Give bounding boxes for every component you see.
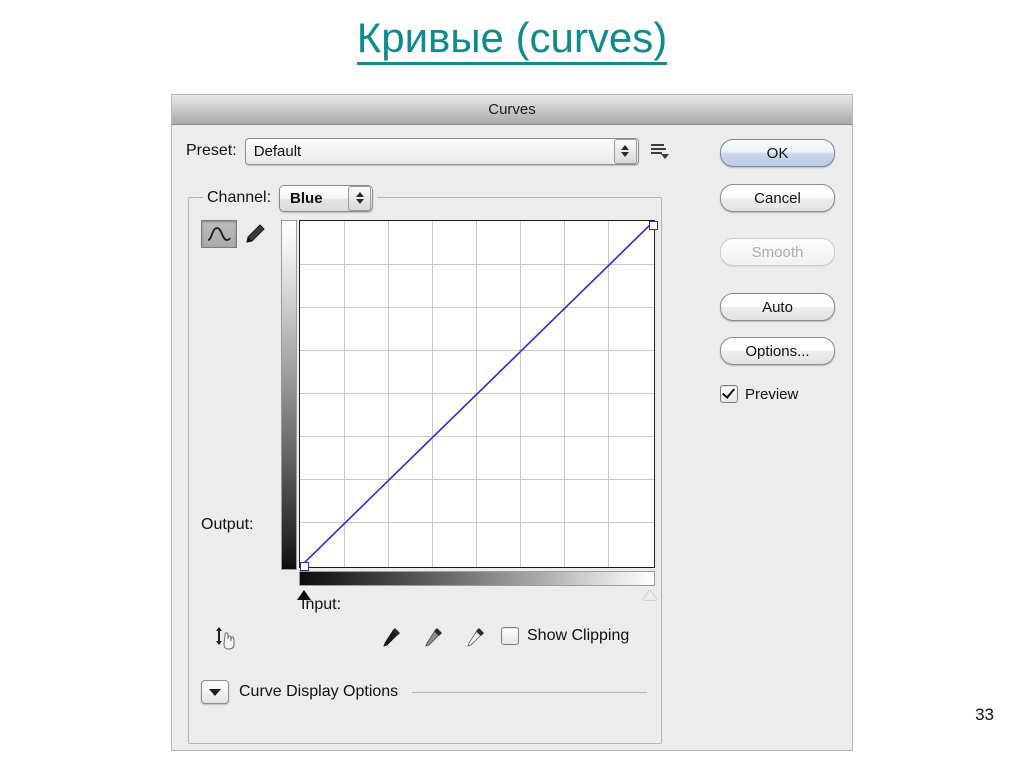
channel-stepper-arrows-icon[interactable] bbox=[348, 185, 372, 211]
section-divider bbox=[412, 691, 647, 693]
scrubby-slider-hand-icon[interactable] bbox=[213, 623, 243, 651]
preset-label: Preset: bbox=[186, 142, 237, 159]
curve-display-options-row[interactable]: Curve Display Options bbox=[201, 680, 649, 704]
input-grayscale-ramp bbox=[299, 571, 655, 586]
preset-value: Default bbox=[253, 142, 302, 160]
white-point-triangle[interactable] bbox=[643, 590, 657, 600]
cancel-button[interactable]: Cancel bbox=[720, 184, 835, 212]
channel-select[interactable]: Blue bbox=[279, 184, 374, 212]
curve-line bbox=[302, 223, 652, 565]
options-button[interactable]: Options... bbox=[720, 337, 835, 365]
preview-checkbox-row[interactable]: Preview bbox=[720, 385, 798, 403]
smooth-button: Smooth bbox=[720, 238, 835, 266]
white-point-eyedropper-icon[interactable] bbox=[465, 625, 487, 647]
gray-point-eyedropper-icon[interactable] bbox=[423, 625, 445, 647]
preview-checkbox[interactable] bbox=[720, 385, 738, 403]
preset-menu-icon[interactable] bbox=[650, 143, 669, 159]
page-title: Кривые (curves) bbox=[0, 14, 1024, 66]
bottom-tools-row: Show Clipping bbox=[201, 623, 649, 653]
chevron-down-icon[interactable] bbox=[201, 680, 229, 704]
curve-edit-icon[interactable] bbox=[201, 220, 237, 248]
stepper-arrows-icon[interactable] bbox=[613, 138, 637, 164]
show-clipping-checkbox-row[interactable]: Show Clipping bbox=[501, 627, 629, 645]
output-grayscale-ramp bbox=[281, 220, 297, 570]
channel-row: Channel: Blue bbox=[203, 184, 378, 212]
show-clipping-checkbox[interactable] bbox=[501, 627, 519, 645]
slide-page-number: 33 bbox=[975, 705, 994, 724]
pencil-icon[interactable] bbox=[241, 221, 269, 247]
curves-dialog: Curves Preset: Default OK Cancel Smooth … bbox=[172, 95, 852, 750]
channel-label: Channel: bbox=[207, 189, 272, 206]
channel-groupbox: Channel: Blue Output: Input: Show Clippi… bbox=[188, 184, 662, 744]
show-clipping-label: Show Clipping bbox=[527, 627, 630, 644]
curve-display-options-label: Curve Display Options bbox=[239, 683, 399, 700]
dialog-title: Curves bbox=[488, 101, 536, 118]
preset-select[interactable]: Default bbox=[244, 137, 639, 165]
channel-value: Blue bbox=[290, 189, 323, 207]
ok-button[interactable]: OK bbox=[720, 139, 835, 167]
input-label: Input: bbox=[301, 596, 342, 613]
black-point-eyedropper-icon[interactable] bbox=[381, 625, 403, 647]
curve-tool-row bbox=[201, 220, 269, 248]
dialog-titlebar: Curves bbox=[172, 95, 852, 125]
output-label: Output: bbox=[201, 516, 254, 533]
page-title-text: Кривые (curves) bbox=[356, 15, 668, 66]
curve-point-black[interactable] bbox=[300, 562, 309, 571]
curve-plot-area[interactable] bbox=[299, 220, 658, 571]
preview-label: Preview bbox=[745, 385, 799, 403]
eyedropper-group bbox=[381, 625, 487, 647]
auto-button[interactable]: Auto bbox=[720, 293, 835, 321]
curve-point-white[interactable] bbox=[649, 221, 658, 230]
